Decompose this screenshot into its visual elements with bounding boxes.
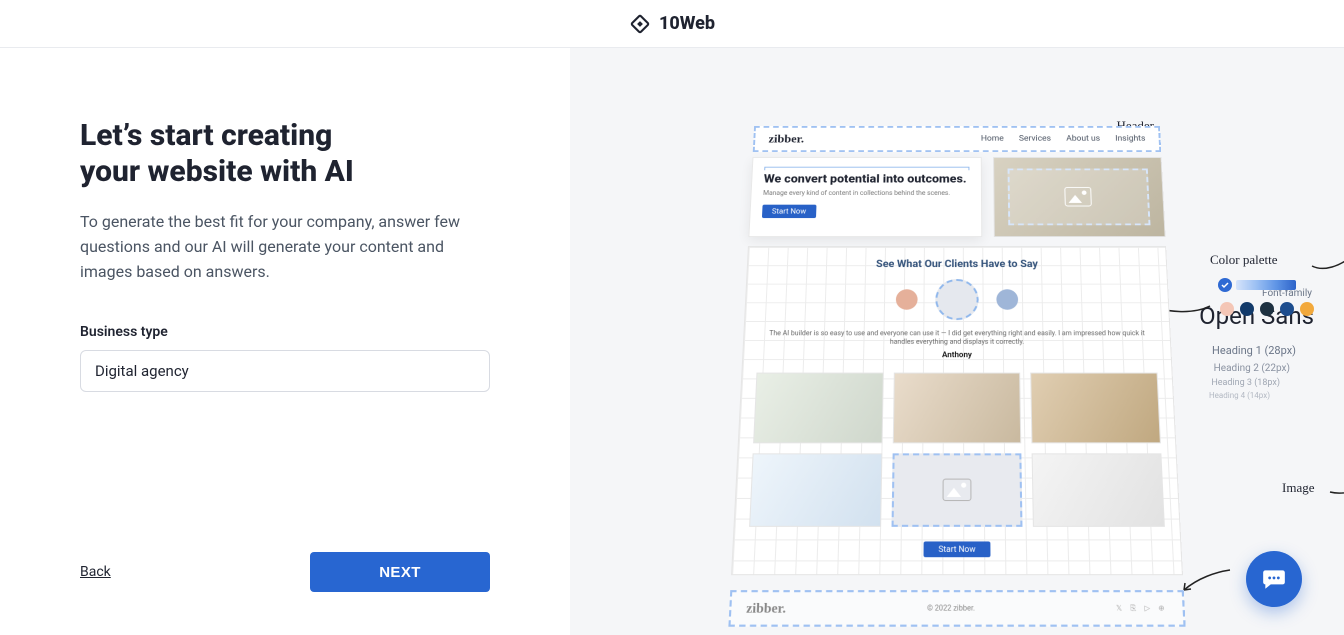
- annotation-image: Image: [1282, 480, 1314, 496]
- preview-image-grid: [749, 373, 1165, 527]
- next-button[interactable]: NEXT: [310, 552, 490, 592]
- swatch-dot: [1260, 302, 1274, 316]
- chat-icon: [1261, 566, 1287, 592]
- logo[interactable]: 10Web: [629, 13, 715, 35]
- swatch-dot: [1300, 302, 1314, 316]
- chat-button[interactable]: [1246, 551, 1302, 607]
- heading-line-1: Let’s start creating: [80, 118, 332, 153]
- preview-nav-item: Services: [1019, 135, 1051, 144]
- grid-image-placeholder: [891, 454, 1023, 528]
- preview-nav-item: About us: [1066, 135, 1100, 144]
- preview-hero-sub: Manage every kind of content in collecti…: [763, 190, 969, 198]
- avatar: [896, 289, 918, 310]
- split: Let’s start creating your website with A…: [0, 48, 1344, 635]
- logo-icon: [629, 13, 651, 35]
- business-type-value: Digital agency: [95, 362, 189, 380]
- annotation-heading-1: Heading 1 (28px): [1212, 344, 1296, 357]
- preview-canvas: zibber. Home Services About us Insights …: [728, 126, 1185, 627]
- arrow-palette-icon: [1310, 252, 1344, 274]
- right-pane: Header Color palette Image Footer Font-f…: [570, 48, 1344, 635]
- business-type-label: Business type: [80, 324, 570, 340]
- preview-hero-image: [993, 157, 1166, 237]
- left-pane: Let’s start creating your website with A…: [0, 48, 570, 635]
- swatch-dot: [1220, 302, 1234, 316]
- swatch-check-icon: [1218, 278, 1232, 292]
- preview-image-placeholder: [1007, 168, 1150, 225]
- image-placeholder-icon: [1065, 187, 1092, 207]
- avatar-selected: [935, 279, 979, 320]
- preview-footer-brand: zibber.: [746, 600, 786, 617]
- preview-brand: zibber.: [768, 132, 804, 146]
- color-swatches: [1218, 278, 1314, 316]
- preview-hero-title: We convert potential into outcomes.: [763, 174, 969, 187]
- preview-hero-cta: Start Now: [762, 205, 816, 218]
- preview-nav: Home Services About us Insights: [981, 135, 1146, 144]
- grid-image: [1032, 454, 1165, 528]
- annotation-heading-4: Heading 4 (14px): [1209, 391, 1270, 400]
- preview-testimonial: The AI builder is so easy to use and eve…: [758, 330, 1157, 347]
- preview-footer-social-icons: 𝕏 ⎘ ▷ ⊕: [1116, 604, 1168, 614]
- grid-image: [753, 373, 883, 444]
- preview-footer-copy: © 2022 zibber.: [927, 604, 975, 613]
- preview-body: See What Our Clients Have to Say The AI …: [731, 246, 1183, 575]
- business-type-field: Business type Digital agency: [80, 324, 570, 392]
- preview-hero: We convert potential into outcomes. Mana…: [748, 157, 1165, 237]
- preview-header: zibber. Home Services About us Insights: [753, 126, 1161, 152]
- page-subtext: To generate the best fit for your compan…: [80, 210, 500, 284]
- avatar: [996, 289, 1018, 310]
- grid-image: [749, 454, 882, 528]
- app-root: 10Web Let’s start creating your website …: [0, 0, 1344, 635]
- preview-testimonial-name: Anthony: [757, 351, 1157, 360]
- business-type-select[interactable]: Digital agency: [80, 350, 490, 392]
- arrow-image-icon: [1328, 470, 1344, 498]
- topbar: 10Web: [0, 0, 1344, 48]
- grid-image: [1031, 373, 1161, 444]
- grid-image: [892, 373, 1021, 444]
- preview-avatars: [759, 279, 1155, 320]
- page-title: Let’s start creating your website with A…: [80, 118, 570, 190]
- annotation-color-palette: Color palette: [1210, 252, 1278, 268]
- arrow-footer-icon: [1180, 568, 1232, 594]
- swatch-row-1: [1218, 278, 1314, 292]
- annotation-heading-3: Heading 3 (18px): [1211, 378, 1280, 388]
- heading-line-2: your website with AI: [80, 154, 354, 189]
- preview-nav-item: Home: [981, 135, 1004, 144]
- annotation-heading-2: Heading 2 (22px): [1214, 363, 1290, 374]
- preview-hero-text: We convert potential into outcomes. Mana…: [748, 157, 982, 237]
- preview-cta-2: Start Now: [924, 542, 990, 558]
- preview-clients-heading: See What Our Clients Have to Say: [761, 258, 1152, 270]
- swatch-dot: [1240, 302, 1254, 316]
- preview-nav-item: Insights: [1115, 135, 1146, 144]
- preview-footer: zibber. © 2022 zibber. 𝕏 ⎘ ▷ ⊕: [728, 590, 1185, 627]
- footer-actions: Back NEXT: [80, 552, 490, 592]
- swatch-gradient: [1236, 280, 1296, 290]
- back-link[interactable]: Back: [80, 564, 111, 580]
- swatch-dot: [1280, 302, 1294, 316]
- logo-text: 10Web: [659, 13, 715, 34]
- swatch-dots: [1218, 302, 1314, 316]
